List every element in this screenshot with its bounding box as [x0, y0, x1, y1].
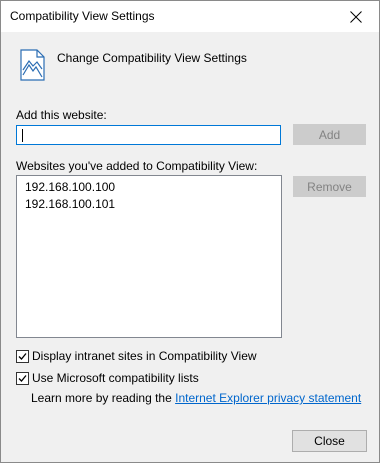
header-title: Change Compatibility View Settings: [57, 51, 247, 65]
websites-list-label: Websites you've added to Compatibility V…: [16, 159, 258, 173]
use-ms-lists-label[interactable]: Use Microsoft compatibility lists: [32, 371, 199, 385]
add-website-input[interactable]: [16, 125, 281, 145]
learn-more-text: Learn more by reading the: [31, 391, 172, 405]
privacy-statement-link[interactable]: Internet Explorer privacy statement: [175, 391, 361, 405]
text-caret: [22, 129, 23, 142]
close-window-button[interactable]: [333, 1, 379, 32]
display-intranet-checkbox[interactable]: [16, 349, 29, 363]
close-button[interactable]: Close: [292, 430, 367, 452]
learn-more-line: Learn more by reading the Internet Explo…: [31, 391, 361, 405]
display-intranet-option[interactable]: Display intranet sites in Compatibility …: [16, 349, 257, 363]
title-bar: Compatibility View Settings: [1, 1, 379, 32]
remove-button[interactable]: Remove: [293, 176, 366, 197]
list-item[interactable]: 192.168.100.100: [25, 180, 115, 194]
checkmark-icon: [18, 352, 27, 360]
checkmark-icon: [18, 374, 27, 382]
compatibility-page-icon: [20, 49, 45, 81]
display-intranet-label[interactable]: Display intranet sites in Compatibility …: [32, 349, 257, 363]
list-item[interactable]: 192.168.100.101: [25, 197, 115, 211]
add-button[interactable]: Add: [293, 124, 366, 145]
close-icon: [350, 10, 362, 23]
use-ms-lists-option[interactable]: Use Microsoft compatibility lists: [16, 371, 199, 385]
websites-list[interactable]: 192.168.100.100 192.168.100.101: [16, 175, 282, 338]
window-title: Compatibility View Settings: [10, 9, 155, 23]
add-website-label: Add this website:: [16, 108, 107, 122]
use-ms-lists-checkbox[interactable]: [16, 371, 29, 385]
compatibility-view-dialog: Compatibility View Settings Change Compa…: [0, 0, 380, 463]
